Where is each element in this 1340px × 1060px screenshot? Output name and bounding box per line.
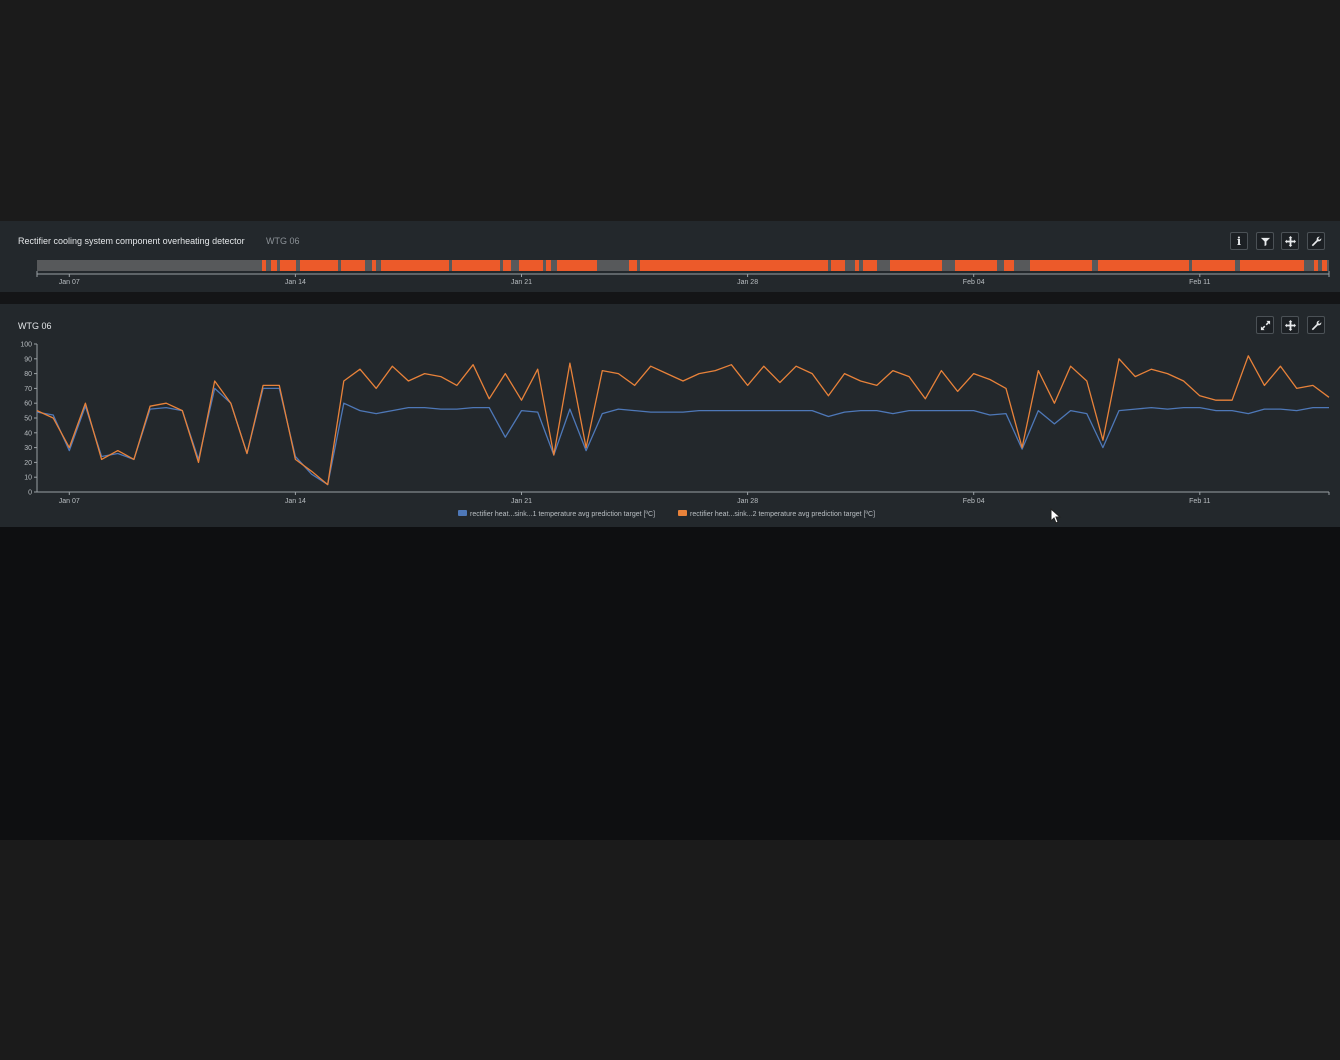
timeline-tick-label: Feb 11 [1189,279,1210,286]
alarm-segment[interactable] [503,260,511,271]
alarm-segment[interactable] [546,260,551,271]
alarm-segment[interactable] [1314,260,1318,271]
alarm-segment[interactable] [271,260,277,271]
y-tick-label: 100 [20,342,32,349]
y-tick-label: 30 [24,445,32,452]
y-tick-label: 0 [28,490,32,497]
x-tick-label: Jan 28 [737,498,758,505]
alarm-segment[interactable] [519,260,543,271]
detector-panel: Rectifier cooling system component overh… [0,221,1340,292]
alarm-segment[interactable] [341,260,365,271]
alarm-segment[interactable] [262,260,266,271]
y-tick-label: 40 [24,430,32,437]
timeline-tick-label: Jan 21 [511,279,532,286]
x-tick-label: Feb 04 [963,498,985,505]
alarm-segment[interactable] [300,260,338,271]
alarm-segments [262,260,1327,271]
mouse-cursor-icon [1050,508,1062,524]
alarm-segment[interactable] [1098,260,1189,271]
y-tick-label: 20 [24,460,32,467]
detector-timeline: Jan 07 Jan 14 Jan 21 Jan 28 Feb 04 Feb 11 [36,260,1330,286]
y-tick-label: 60 [24,401,32,408]
chart-panel: WTG 06 0 10 20 30 40 50 60 70 80 90 100 Jan 07 Jan … [0,304,1340,527]
legend-swatch-2 [678,510,687,516]
alarm-segment[interactable] [1322,260,1327,271]
y-tick-label: 90 [24,356,32,363]
y-axis: 0 10 20 30 40 50 60 70 80 90 100 [20,342,38,497]
y-tick-label: 50 [24,416,32,423]
alarm-segment[interactable] [863,260,877,271]
alarm-segment[interactable] [381,260,449,271]
timeline-tick-label: Jan 14 [285,279,306,286]
alarm-segment[interactable] [557,260,597,271]
timeline-tick-label: Jan 28 [737,279,758,286]
alarm-segment[interactable] [1192,260,1235,271]
alarm-segment[interactable] [1030,260,1092,271]
alarm-segment[interactable] [280,260,296,271]
line-chart[interactable]: 0 10 20 30 40 50 60 70 80 90 100 Jan 07 Jan 14 Jan 2… [0,304,1340,527]
timeline-tick-label: Jan 07 [59,279,80,286]
chart-legend[interactable]: rectifier heat...sink...1 temperature av… [458,510,875,518]
alarm-segment[interactable] [855,260,859,271]
x-tick-label: Jan 21 [511,498,532,505]
series-lines [36,355,1330,486]
x-axis: Jan 07 Jan 14 Jan 21 Jan 28 Feb 04 Feb 11 [37,491,1330,505]
y-tick-label: 70 [24,386,32,393]
top-background [0,0,1340,221]
alarm-segment[interactable] [831,260,845,271]
legend-label-2[interactable]: rectifier heat...sink...2 temperature av… [690,511,875,518]
series-line-2[interactable] [36,355,1330,486]
alarm-segment[interactable] [1240,260,1304,271]
bottom-background [0,840,1340,1060]
alarm-segment[interactable] [640,260,828,271]
panel-separator [0,292,1340,304]
alarm-segment[interactable] [955,260,997,271]
y-tick-label: 10 [24,475,32,482]
alarm-segment[interactable] [890,260,942,271]
alarm-segment[interactable] [372,260,376,271]
x-tick-label: Feb 11 [1189,498,1210,505]
alarm-segment[interactable] [1004,260,1014,271]
legend-label-1[interactable]: rectifier heat...sink...1 temperature av… [470,511,655,518]
x-tick-label: Jan 14 [285,498,306,505]
y-tick-label: 80 [24,371,32,378]
x-tick-label: Jan 07 [59,498,80,505]
empty-workspace [0,527,1340,840]
legend-swatch-1 [458,510,467,516]
timeline-tick-label: Feb 04 [963,279,985,286]
alarm-segment[interactable] [629,260,637,271]
timeline-ticks: Jan 07 Jan 14 Jan 21 Jan 28 Feb 04 Feb 11 [36,271,1330,286]
alarm-segment[interactable] [452,260,500,271]
